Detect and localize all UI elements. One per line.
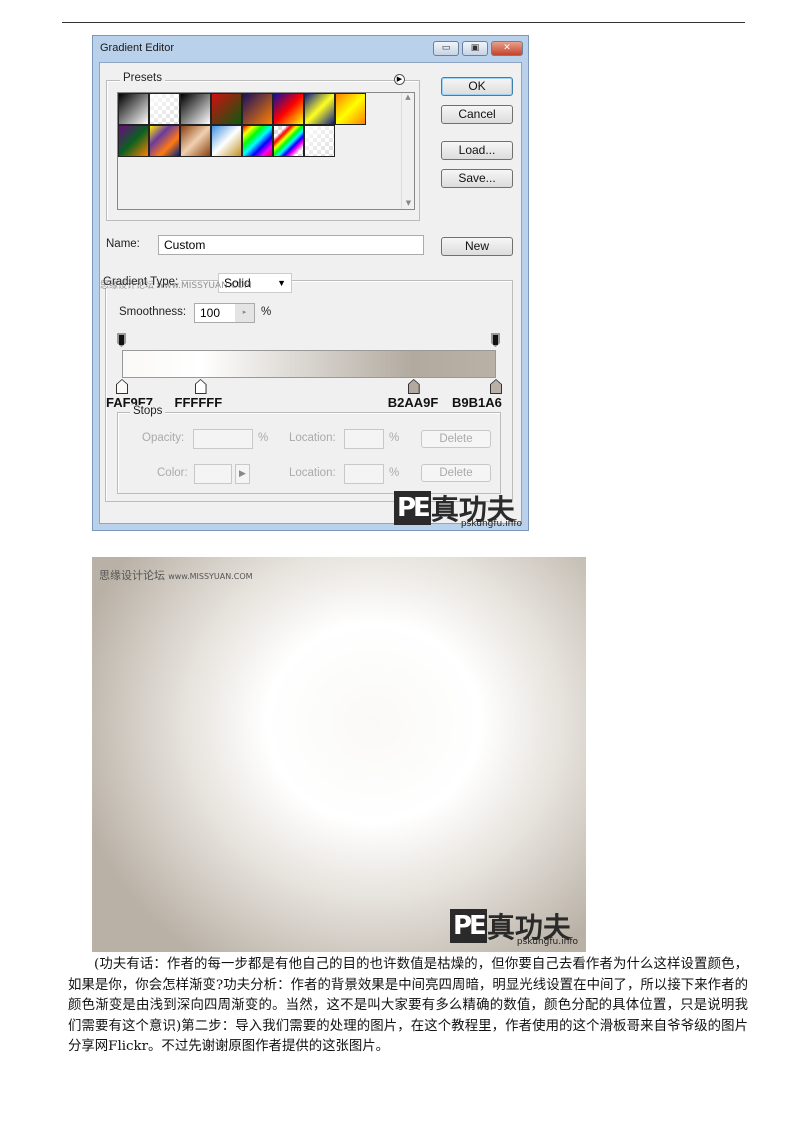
name-label: Name:	[106, 238, 140, 250]
color-stop-hex-label: B9B1A6	[452, 395, 502, 410]
preset-swatch[interactable]	[149, 93, 180, 125]
smoothness-label: Smoothness:	[116, 306, 190, 318]
smoothness-value: 100	[200, 306, 221, 320]
color-menu-icon[interactable]: ▶	[235, 464, 250, 484]
color-stop-hex-label: B2AA9F	[387, 395, 439, 410]
pskungfu-logo: PE 真功夫 pskungfu.info	[450, 899, 580, 947]
smoothness-stepper[interactable]: ▸	[235, 304, 254, 322]
gradient-editor-screenshot: Gradient Editor ▭ ▣ ✕ Presets ▶ ▲ ▼ OK Ca…	[92, 35, 529, 531]
opacity-location-label: Location:	[289, 432, 336, 444]
color-stop-hex-label: FFFFFF	[174, 395, 223, 410]
preset-swatch[interactable]	[242, 125, 273, 157]
opacity-input[interactable]	[193, 429, 253, 449]
preset-swatch[interactable]	[149, 125, 180, 157]
preset-swatch[interactable]	[242, 93, 273, 125]
watermark-url: www.MISSYUAN.COM	[168, 572, 253, 581]
ok-button[interactable]: OK	[441, 77, 513, 96]
presets-grid	[117, 92, 415, 210]
header-rule	[62, 22, 745, 23]
opacity-label: Opacity:	[142, 432, 185, 444]
watermark-text: 思缘设计论坛	[99, 569, 165, 582]
preset-swatch[interactable]	[118, 93, 149, 125]
preset-swatch[interactable]	[304, 93, 335, 125]
color-label: Color:	[157, 467, 188, 479]
preset-swatch[interactable]	[211, 93, 242, 125]
smoothness-input[interactable]: 100 ▸	[194, 303, 255, 323]
name-input[interactable]: Custom	[158, 235, 424, 255]
logo-url: pskungfu.info	[460, 519, 522, 529]
stops-label: Stops	[130, 405, 166, 417]
presets-scrollbar[interactable]: ▲ ▼	[401, 93, 414, 209]
opacity-location-percent: %	[389, 432, 400, 444]
watermark-overlay: 思缘设计论坛 www.MISSYUAN.COM	[100, 278, 252, 291]
pskungfu-logo: PE 真功夫 pskungfu.info	[394, 481, 524, 529]
watermark-url: www.MISSYUAN.COM	[156, 281, 252, 291]
watermark-text: 思缘设计论坛	[100, 281, 155, 291]
logo-pe: PE	[394, 491, 431, 525]
presets-menu-icon[interactable]: ▶	[394, 74, 405, 85]
preset-swatch[interactable]	[180, 93, 211, 125]
minimize-button[interactable]: ▭	[433, 41, 459, 56]
chevron-down-icon: ▼	[277, 278, 286, 288]
delete-opacity-stop-button[interactable]: Delete	[421, 430, 491, 448]
new-button[interactable]: New	[441, 237, 513, 256]
body-paragraph: (功夫有话：作者的每一步都是有他自己的目的也许数值是枯燥的，但你要自己去看作者为…	[68, 957, 748, 1054]
color-location-input[interactable]	[344, 464, 384, 484]
color-swatch[interactable]	[194, 464, 232, 484]
maximize-button[interactable]: ▣	[462, 41, 488, 56]
preset-swatch[interactable]	[335, 93, 366, 125]
delete-color-stop-button[interactable]: Delete	[421, 464, 491, 482]
dialog-body: Presets ▶ ▲ ▼ OK Cancel Load... Save... N…	[99, 62, 524, 529]
logo-pe: PE	[450, 909, 487, 943]
load-button[interactable]: Load...	[441, 141, 513, 160]
preset-swatch[interactable]	[118, 125, 149, 157]
preset-swatch[interactable]	[304, 125, 335, 157]
save-button[interactable]: Save...	[441, 169, 513, 188]
close-button[interactable]: ✕	[491, 41, 523, 56]
preset-swatch[interactable]	[273, 125, 304, 157]
presets-label: Presets	[120, 72, 165, 84]
preset-swatch[interactable]	[180, 125, 211, 157]
color-location-percent: %	[389, 467, 400, 479]
preset-swatch[interactable]	[211, 125, 242, 157]
gradient-bar[interactable]	[122, 350, 496, 378]
radial-gradient-result-image: 思缘设计论坛 www.MISSYUAN.COM PE 真功夫 pskungfu.in…	[92, 557, 586, 952]
opacity-location-input[interactable]	[344, 429, 384, 449]
dialog-title: Gradient Editor	[100, 42, 174, 54]
watermark: 思缘设计论坛 www.MISSYUAN.COM	[99, 567, 253, 583]
smoothness-percent: %	[258, 306, 275, 318]
opacity-percent: %	[258, 432, 269, 444]
color-location-label: Location:	[289, 467, 336, 479]
preset-swatch[interactable]	[273, 93, 304, 125]
cancel-button[interactable]: Cancel	[441, 105, 513, 124]
logo-url: pskungfu.info	[516, 937, 578, 947]
